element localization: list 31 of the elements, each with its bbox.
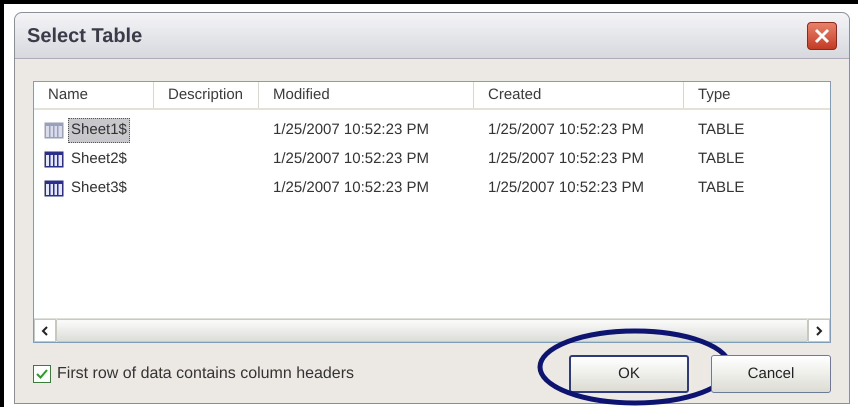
table-cell-text: TABLE [698,178,744,198]
column-header[interactable]: Created [474,82,684,108]
table-row[interactable]: Sheet2$ 1/25/2007 10:52:23 PM 1/25/2007 10:52:23 PM TABLE [34,145,830,174]
table-icon [44,180,64,197]
checkbox-label: First row of data contains column headers [57,364,354,384]
table-cell-text: 1/25/2007 10:52:23 PM [273,178,429,198]
table-cell-text: 1/25/2007 10:52:23 PM [273,149,429,170]
dialog-button[interactable]: OK [569,355,689,393]
close-button[interactable] [807,22,837,50]
table-icon [44,122,64,139]
table-cell: Sheet1$ [68,118,130,143]
dialog-button[interactable]: Cancel [711,355,831,393]
table-cell-text: 1/25/2007 10:52:23 PM [488,149,644,170]
table-cell-text: 1/25/2007 10:52:23 PM [488,120,644,140]
checkmark-icon [36,369,48,379]
table-cell-text: Sheet3$ [70,178,128,198]
table-row[interactable]: Sheet1$ 1/25/2007 10:52:23 PM 1/25/2007 10:52:23 PM TABLE [34,116,830,145]
table-cell-text: TABLE [698,149,744,170]
table-cell-text: 1/25/2007 10:52:23 PM [273,120,429,140]
table-cell-text: Sheet2$ [70,149,128,170]
column-header[interactable]: Description [154,82,259,108]
column-header[interactable]: Type [684,82,830,108]
window-title: Select Table [27,24,142,48]
table-icon [44,151,64,168]
column-header[interactable]: Name [34,82,154,108]
table-cell-text: 1/25/2007 10:52:23 PM [488,178,644,198]
checkbox[interactable] [33,365,51,383]
table-cell-text: TABLE [698,120,744,140]
column-header[interactable]: Modified [259,82,474,108]
table-row[interactable]: Sheet3$ 1/25/2007 10:52:23 PM 1/25/2007 10:52:23 PM TABLE [34,174,830,203]
close-icon [814,28,830,44]
